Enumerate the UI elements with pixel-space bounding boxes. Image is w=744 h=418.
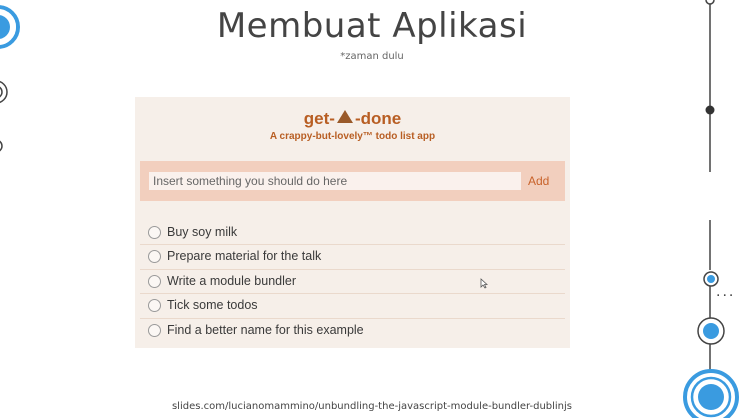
mouse-cursor-icon: [480, 278, 488, 289]
new-todo-bar: Add: [140, 161, 565, 201]
todo-text: Tick some todos: [167, 298, 258, 313]
add-button[interactable]: Add: [528, 172, 549, 190]
todo-checkbox[interactable]: [148, 274, 161, 288]
app-title: get- -done: [135, 109, 570, 129]
app-title-left: get-: [303, 109, 335, 128]
todo-item[interactable]: Buy soy milk: [140, 221, 565, 246]
slide-subtitle: *zaman dulu: [340, 51, 404, 62]
poop-icon: [336, 110, 353, 123]
new-todo-input[interactable]: [149, 172, 521, 190]
slide-title: Membuat Aplikasi: [216, 6, 528, 46]
todo-checkbox[interactable]: [148, 226, 161, 239]
todo-checkbox[interactable]: [148, 299, 161, 313]
todo-checkbox[interactable]: [148, 323, 161, 337]
todo-checkbox[interactable]: [148, 250, 161, 264]
todo-item[interactable]: Tick some todos: [140, 294, 565, 319]
todo-item[interactable]: Find a better name for this example: [140, 319, 565, 343]
todo-text: Prepare material for the talk: [167, 249, 322, 264]
todo-item[interactable]: Write a module bundler: [140, 270, 565, 295]
todo-text: Write a module bundler: [167, 273, 297, 288]
app-title-right: -done: [354, 109, 402, 128]
app-header: get- -done A crappy-but-lovely™ todo list…: [135, 97, 570, 159]
todo-item[interactable]: Prepare material for the talk: [140, 245, 565, 270]
todo-app-screenshot: get- -done A crappy-but-lovely™ todo list…: [135, 97, 570, 348]
todo-text: Buy soy milk: [167, 225, 238, 239]
decorative-timeline-right: [683, 0, 739, 418]
todo-text: Find a better name for this example: [167, 322, 364, 337]
footer-link[interactable]: slides.com/lucianomammino/unbundling-the…: [0, 401, 744, 412]
ellipsis-icon: ...: [716, 283, 736, 300]
todo-list: Buy soy milk Prepare material for the ta…: [140, 221, 565, 343]
app-tagline: A crappy-but-lovely™ todo list app: [269, 131, 436, 142]
